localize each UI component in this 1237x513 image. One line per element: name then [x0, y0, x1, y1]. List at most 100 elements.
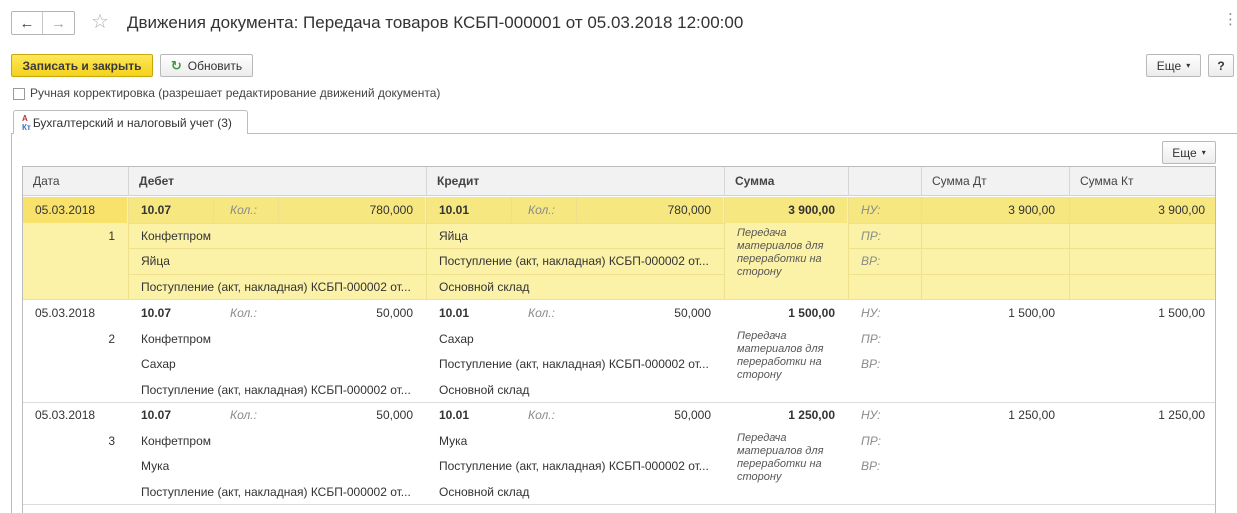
back-arrow-icon[interactable]: ←	[12, 12, 43, 34]
navigation-buttons: ← →	[11, 11, 75, 35]
tax-pr-label: ПР:	[861, 434, 881, 448]
credit-subconto-1[interactable]: Мука	[439, 434, 467, 448]
debit-qty[interactable]: 50,000	[313, 408, 413, 422]
sum-dt-value[interactable]: 1 250,00	[955, 408, 1055, 422]
credit-subconto-3[interactable]: Основной склад	[439, 280, 529, 294]
row-date: 05.03.2018	[35, 408, 96, 422]
row-sum[interactable]: 1 500,00	[735, 306, 835, 320]
movements-table: Дата Дебет Кредит Сумма Сумма Дт Сумма К…	[22, 166, 1216, 513]
column-accounting-type[interactable]	[848, 167, 921, 196]
tax-nu-label: НУ:	[861, 408, 881, 422]
grid-line	[128, 274, 724, 275]
column-debit[interactable]: Дебет	[128, 167, 426, 196]
grid-line	[576, 197, 577, 223]
column-sum-dt[interactable]: Сумма Дт	[921, 167, 1069, 196]
tab-accounting[interactable]: A Кт Бухгалтерский и налоговый учет (3)	[13, 110, 248, 134]
debit-account[interactable]: 10.07	[141, 306, 171, 320]
manual-correction-checkbox[interactable]	[13, 88, 25, 100]
star-icon[interactable]: ☆	[91, 10, 109, 34]
sum-kt-value[interactable]: 3 900,00	[1105, 203, 1205, 217]
operation-content[interactable]: Передача материалов для переработки на с…	[737, 330, 837, 382]
credit-account[interactable]: 10.01	[439, 408, 469, 422]
sum-kt-value[interactable]: 1 250,00	[1105, 408, 1205, 422]
row-number: 1	[108, 229, 115, 243]
credit-qty[interactable]: 50,000	[611, 408, 711, 422]
table-row[interactable]: 05.03.2018 2 10.07 Кол.: 50,000 Конфетпром Сах…	[23, 300, 1215, 403]
debit-subconto-2[interactable]: Яйца	[141, 254, 170, 268]
operation-content[interactable]: Передача материалов для переработки на с…	[737, 227, 837, 279]
table-more-button[interactable]: Еще ▾	[1162, 141, 1216, 164]
row-number: 3	[108, 434, 115, 448]
grid-line	[848, 223, 1215, 224]
sum-kt-value[interactable]: 1 500,00	[1105, 306, 1205, 320]
debit-account[interactable]: 10.07	[141, 408, 171, 422]
debit-qty-label: Кол.:	[230, 408, 257, 422]
grid-line	[213, 197, 214, 223]
credit-qty-label: Кол.:	[528, 203, 555, 217]
help-button[interactable]: ?	[1208, 54, 1234, 77]
column-date[interactable]: Дата	[23, 167, 128, 196]
grid-line	[128, 248, 724, 249]
credit-subconto-3[interactable]: Основной склад	[439, 383, 529, 397]
row-date: 05.03.2018	[35, 203, 96, 217]
grid-line	[511, 197, 512, 223]
tax-vr-label: ВР:	[861, 357, 881, 371]
row-date: 05.03.2018	[35, 306, 96, 320]
column-credit[interactable]: Кредит	[426, 167, 724, 196]
credit-qty-label: Кол.:	[528, 306, 555, 320]
table-header: Дата Дебет Кредит Сумма Сумма Дт Сумма К…	[23, 167, 1215, 196]
credit-qty[interactable]: 780,000	[611, 203, 711, 217]
refresh-label: Обновить	[187, 58, 243, 73]
credit-subconto-3[interactable]: Основной склад	[439, 485, 529, 499]
manual-correction-label[interactable]: Ручная корректировка (разрешает редактир…	[30, 86, 440, 101]
refresh-icon: ↻	[170, 57, 182, 73]
row-sum[interactable]: 1 250,00	[735, 408, 835, 422]
row-number: 2	[108, 332, 115, 346]
grid-line	[278, 197, 279, 223]
credit-subconto-2[interactable]: Поступление (акт, накладная) КСБП-000002…	[439, 254, 709, 268]
grid-line	[128, 223, 724, 224]
debit-account[interactable]: 10.07	[141, 203, 171, 217]
debit-subconto-3[interactable]: Поступление (акт, накладная) КСБП-000002…	[141, 485, 411, 499]
save-and-close-button[interactable]: Записать и закрыть	[11, 54, 153, 77]
credit-subconto-2[interactable]: Поступление (акт, накладная) КСБП-000002…	[439, 459, 709, 473]
sum-dt-value[interactable]: 1 500,00	[955, 306, 1055, 320]
credit-subconto-1[interactable]: Сахар	[439, 332, 474, 346]
credit-account[interactable]: 10.01	[439, 203, 469, 217]
table-row[interactable]: 05.03.2018 1 10.07 Кол.: 780,000 Конфетпром Яй…	[23, 197, 1215, 300]
debit-qty[interactable]: 50,000	[313, 306, 413, 320]
tax-nu-label: НУ:	[861, 306, 881, 320]
operation-content[interactable]: Передача материалов для переработки на с…	[737, 432, 837, 484]
credit-account[interactable]: 10.01	[439, 306, 469, 320]
credit-subconto-1[interactable]: Яйца	[439, 229, 468, 243]
more-vertical-icon[interactable]: ⋮	[1223, 12, 1237, 28]
accounting-register-icon: A Кт	[22, 113, 31, 132]
grid-line	[848, 248, 1215, 249]
chevron-down-icon: ▾	[1201, 148, 1206, 157]
credit-qty[interactable]: 50,000	[611, 306, 711, 320]
debit-subconto-1[interactable]: Конфетпром	[141, 229, 211, 243]
debit-subconto-1[interactable]: Конфетпром	[141, 332, 211, 346]
tab-label: Бухгалтерский и налоговый учет (3)	[32, 115, 232, 130]
grid-line	[848, 274, 1215, 275]
debit-subconto-2[interactable]: Мука	[141, 459, 169, 473]
more-button[interactable]: Еще ▾	[1146, 54, 1201, 77]
credit-subconto-2[interactable]: Поступление (акт, накладная) КСБП-000002…	[439, 357, 709, 371]
forward-arrow-icon[interactable]: →	[43, 12, 74, 34]
sum-dt-value[interactable]: 3 900,00	[955, 203, 1055, 217]
tax-pr-label: ПР:	[861, 332, 881, 346]
debit-subconto-1[interactable]: Конфетпром	[141, 434, 211, 448]
debit-subconto-2[interactable]: Сахар	[141, 357, 176, 371]
debit-qty[interactable]: 780,000	[313, 203, 413, 217]
chevron-down-icon: ▾	[1186, 61, 1191, 70]
credit-qty-label: Кол.:	[528, 408, 555, 422]
tax-vr-label: ВР:	[861, 254, 881, 268]
column-sum-kt[interactable]: Сумма Кт	[1069, 167, 1215, 196]
table-row[interactable]: 05.03.2018 3 10.07 Кол.: 50,000 Конфетпром Мук…	[23, 402, 1215, 505]
debit-subconto-3[interactable]: Поступление (акт, накладная) КСБП-000002…	[141, 383, 411, 397]
debit-subconto-3[interactable]: Поступление (акт, накладная) КСБП-000002…	[141, 280, 411, 294]
refresh-button[interactable]: ↻ Обновить	[160, 54, 253, 77]
row-sum[interactable]: 3 900,00	[735, 203, 835, 217]
column-sum[interactable]: Сумма	[724, 167, 848, 196]
grid-line	[724, 197, 725, 300]
